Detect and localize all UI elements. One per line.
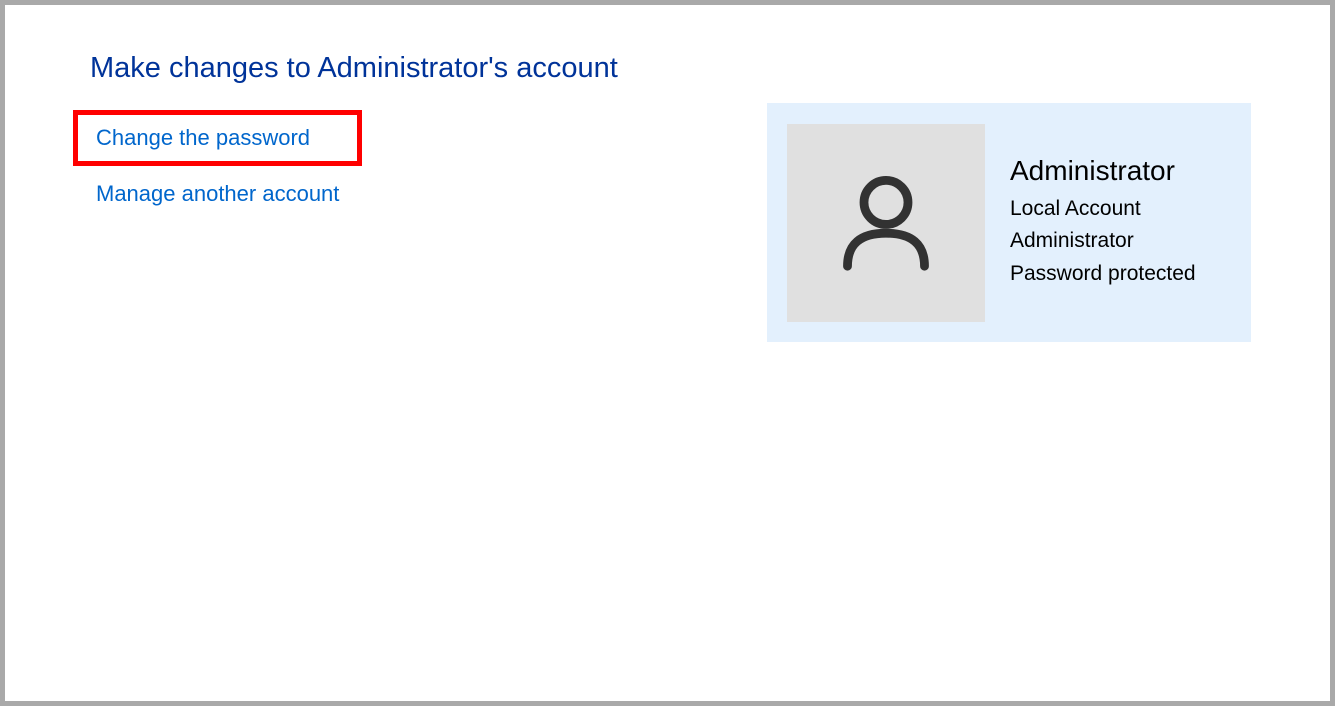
account-card: Administrator Local Account Administrato… <box>767 103 1251 342</box>
account-settings-panel: Make changes to Administrator's account … <box>5 5 1330 701</box>
account-type: Local Account <box>1010 193 1196 226</box>
account-role: Administrator <box>1010 225 1196 258</box>
page-title: Make changes to Administrator's account <box>90 52 618 85</box>
account-info: Administrator Local Account Administrato… <box>1010 155 1196 291</box>
account-protection: Password protected <box>1010 258 1196 291</box>
avatar <box>787 124 985 322</box>
manage-another-account-link[interactable]: Manage another account <box>73 166 362 222</box>
account-name: Administrator <box>1010 155 1196 187</box>
change-password-link[interactable]: Change the password <box>73 110 362 166</box>
action-link-list: Change the password Manage another accou… <box>73 110 362 222</box>
user-icon <box>831 165 941 280</box>
